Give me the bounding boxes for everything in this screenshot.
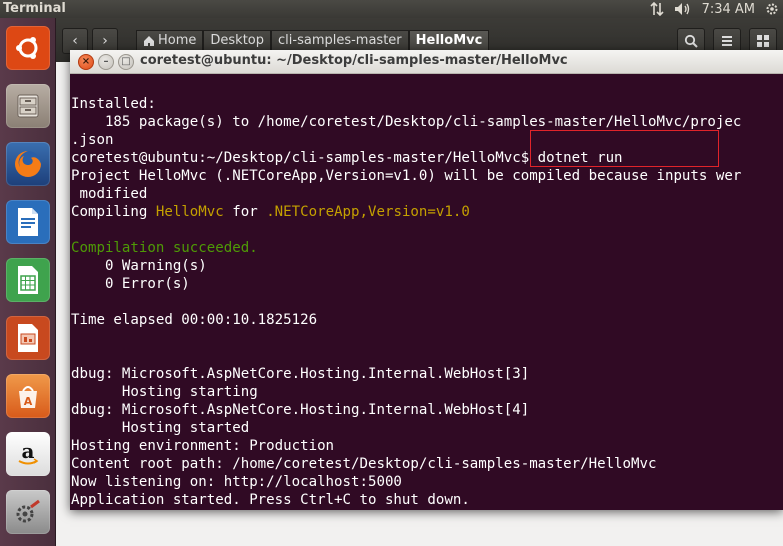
terminal-text-segment: .NETCoreApp,Version=v1.0 — [266, 204, 470, 220]
minimize-button[interactable]: – — [98, 54, 114, 70]
terminal-line: Now listening on: http://localhost:5000 — [71, 473, 783, 491]
terminal-text-segment: Application started. Press Ctrl+C to shu… — [71, 492, 470, 508]
terminal-text-segment: Hosting environment: Production — [71, 438, 335, 454]
grid-view-icon — [757, 35, 769, 47]
terminal-text-segment: dbug: Microsoft.AspNetCore.Hosting.Inter… — [71, 366, 530, 382]
terminal-text-segment: Compilation succeeded. — [71, 240, 258, 256]
close-icon: × — [81, 56, 91, 67]
breadcrumb-desktop[interactable]: Desktop — [203, 30, 272, 52]
list-view-icon — [722, 36, 732, 46]
terminal-line: 185 package(s) to /home/coretest/Desktop… — [71, 113, 783, 131]
terminal-text-segment: Installed: — [71, 96, 156, 112]
terminal-text-segment: Content root path: /home/coretest/Deskto… — [71, 456, 657, 472]
breadcrumb: Home Desktop cli-samples-master HelloMvc — [136, 30, 490, 52]
terminal-line: dbug: Microsoft.AspNetCore.Hosting.Inter… — [71, 401, 783, 419]
volume-icon[interactable] — [674, 2, 692, 16]
terminal-line: modified — [71, 185, 783, 203]
terminal-line: 0 Warning(s) — [71, 257, 783, 275]
breadcrumb-home[interactable]: Home — [136, 30, 204, 52]
terminal-line: Hosting environment: Production — [71, 437, 783, 455]
svg-text:A: A — [24, 395, 33, 408]
home-icon — [144, 36, 154, 46]
terminal-line: Installed: — [71, 95, 783, 113]
power-gear-icon[interactable] — [765, 2, 779, 16]
terminal-line: Compiling HelloMvc for .NETCoreApp,Versi… — [71, 203, 783, 221]
terminal-text-segment: 185 package(s) to /home/coretest/Desktop… — [71, 114, 742, 130]
close-button[interactable]: × — [78, 54, 94, 70]
terminal-text-segment: for — [223, 204, 267, 220]
file-manager-content-bottom — [56, 510, 783, 546]
terminal-text-segment: Hosting started — [71, 420, 250, 436]
launcher-ubuntu-dash[interactable] — [3, 22, 53, 74]
minimize-icon: – — [103, 56, 109, 67]
terminal-text-segment: 0 Warning(s) — [71, 258, 207, 274]
active-app-title: Terminal — [3, 1, 66, 16]
firefox-icon — [6, 142, 50, 186]
breadcrumb-hellomvc[interactable]: HelloMvc — [408, 30, 490, 52]
terminal-line: 0 Error(s) — [71, 275, 783, 293]
terminal-window: × – □ coretest@ubuntu: ~/Desktop/cli-sam… — [70, 50, 783, 510]
terminal-line: Time elapsed 00:00:10.1825126 — [71, 311, 783, 329]
terminal-title: coretest@ubuntu: ~/Desktop/cli-samples-m… — [140, 53, 568, 68]
settings-gears-icon — [6, 490, 50, 534]
terminal-titlebar[interactable]: × – □ coretest@ubuntu: ~/Desktop/cli-sam… — [70, 50, 783, 74]
terminal-text-segment: modified — [71, 186, 148, 202]
ubuntu-logo-icon — [6, 26, 50, 70]
terminal-line: Compilation succeeded. — [71, 239, 783, 257]
libreoffice-calc-icon — [6, 258, 50, 302]
search-icon — [684, 34, 698, 48]
breadcrumb-cli-samples-master[interactable]: cli-samples-master — [271, 30, 409, 52]
launcher-impress[interactable] — [3, 312, 53, 364]
clock[interactable]: 7:34 AM — [702, 2, 755, 17]
terminal-line: Application started. Press Ctrl+C to shu… — [71, 491, 783, 509]
command-highlight-box — [530, 130, 719, 167]
svg-text:a: a — [22, 439, 35, 463]
terminal-line: Hosting started — [71, 419, 783, 437]
terminal-text-segment: Hosting starting — [71, 384, 258, 400]
terminal-text-segment: Time elapsed 00:00:10.1825126 — [71, 312, 318, 328]
network-updown-icon[interactable] — [649, 2, 664, 16]
maximize-button[interactable]: □ — [118, 54, 134, 70]
terminal-line: dbug: Microsoft.AspNetCore.Hosting.Inter… — [71, 365, 783, 383]
launcher-software-center[interactable]: A — [3, 370, 53, 422]
launcher: A a — [0, 18, 56, 546]
terminal-line: Content root path: /home/coretest/Deskto… — [71, 455, 783, 473]
terminal-text-segment: .json — [71, 132, 114, 148]
amazon-icon: a — [6, 432, 50, 476]
file-cabinet-icon — [6, 84, 50, 128]
terminal-text-segment: 0 Error(s) — [71, 276, 190, 292]
breadcrumb-home-label: Home — [158, 33, 197, 48]
chevron-right-icon: › — [102, 33, 108, 49]
launcher-amazon[interactable]: a — [3, 428, 53, 480]
libreoffice-impress-icon — [6, 316, 50, 360]
terminal-text-segment: Now listening on: http://localhost:5000 — [71, 474, 402, 490]
terminal-text-segment: dbug: Microsoft.AspNetCore.Hosting.Inter… — [71, 402, 530, 418]
libreoffice-writer-icon — [6, 200, 50, 244]
launcher-files[interactable] — [3, 80, 53, 132]
launcher-calc[interactable] — [3, 254, 53, 306]
terminal-text-segment: HelloMvc — [155, 204, 224, 220]
terminal-line: Project HelloMvc (.NETCoreApp,Version=v1… — [71, 167, 783, 185]
top-panel: Terminal 7:34 AM — [0, 0, 783, 18]
chevron-left-icon: ‹ — [72, 33, 78, 49]
terminal-text-segment: Project HelloMvc (.NETCoreApp,Version=v1… — [71, 168, 742, 184]
launcher-writer[interactable] — [3, 196, 53, 248]
maximize-icon: □ — [121, 56, 131, 67]
software-center-icon: A — [6, 374, 50, 418]
terminal-text-segment: Compiling — [71, 204, 156, 220]
terminal-line: Hosting starting — [71, 383, 783, 401]
launcher-system-settings[interactable] — [3, 486, 53, 538]
indicator-area: 7:34 AM — [649, 0, 779, 18]
launcher-firefox[interactable] — [3, 138, 53, 190]
